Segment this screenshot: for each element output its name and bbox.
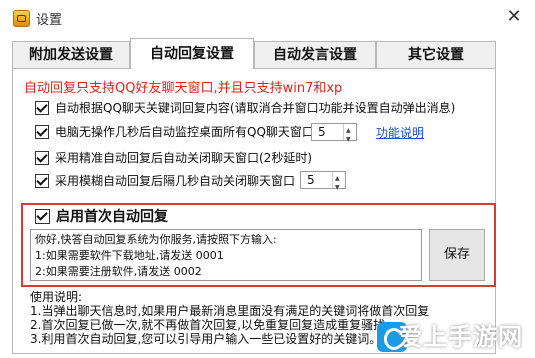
stepper-arrows-icon[interactable] [332, 171, 345, 196]
option-label: 采用模糊自动回复后隔几秒自动关闭聊天窗口 [55, 174, 296, 188]
option-keyword-reply[interactable]: 自动根据QQ聊天关键词回复内容(请取消合并窗口功能并设置自动弹出消息) [35, 98, 455, 118]
first-reply-label: 启用首次自动回复 [56, 209, 168, 225]
first-reply-toggle[interactable]: 启用首次自动回复 [35, 207, 168, 227]
checkbox[interactable] [35, 208, 50, 224]
tab-other[interactable]: 其它设置 [376, 41, 496, 68]
option-exact-close[interactable]: 采用精准自动回复后自动关闭聊天窗口(2秒延时) [35, 148, 312, 168]
window-title: 设置 [36, 13, 63, 28]
tab-extra-send[interactable]: 附加发送设置 [12, 41, 130, 68]
stepper-value: 5 [318, 125, 326, 139]
tab-auto-speak[interactable]: 自动发言设置 [254, 41, 376, 68]
close-icon[interactable]: ✕ [501, 4, 527, 30]
watermark: 爱上手游网 [398, 323, 523, 351]
reply-line: 2:如果需要注册软件,请发送 0002 [35, 265, 202, 278]
fuzzy-seconds-stepper[interactable]: 5 [300, 171, 346, 196]
usage-line: 1.当弹出聊天信息时,如果用户最新消息里面没有满足的关键词将做首次回复 [30, 304, 430, 318]
checkbox[interactable] [35, 150, 49, 165]
checkbox[interactable] [35, 124, 49, 139]
stepper-arrows-icon[interactable] [343, 123, 356, 148]
idle-seconds-stepper[interactable]: 5 [311, 123, 357, 148]
checkbox[interactable] [35, 100, 49, 115]
reply-line: 1:如果需要软件下载地址,请发送 0001 [35, 249, 224, 262]
option-label: 采用精准自动回复后自动关闭聊天窗口(2秒延时) [55, 151, 312, 165]
save-button[interactable]: 保存 [429, 229, 485, 281]
tab-strip: 附加发送设置 自动回复设置 自动发言设置 其它设置 [12, 38, 496, 69]
option-label: 电脑无操作几秒后自动监控桌面所有QQ聊天窗口 [55, 125, 314, 139]
support-notice: 自动回复只支持QQ好友聊天窗口,并且只支持win7和xp [24, 81, 343, 96]
option-fuzzy-close[interactable]: 采用模糊自动回复后隔几秒自动关闭聊天窗口 [35, 171, 295, 191]
usage-heading: 使用说明: [30, 290, 83, 304]
option-idle-monitor[interactable]: 电脑无操作几秒后自动监控桌面所有QQ聊天窗口 [35, 122, 314, 142]
title-bar: 设置 ✕ [0, 0, 535, 34]
reply-line: 你好,快答自动回复系统为你服务,请按照下方输入: [35, 233, 277, 246]
option-label: 自动根据QQ聊天关键词回复内容(请取消合并窗口功能并设置自动弹出消息) [55, 101, 456, 115]
stepper-value: 5 [307, 173, 315, 187]
tab-auto-reply[interactable]: 自动回复设置 [130, 38, 254, 69]
feature-help-link[interactable]: 功能说明 [376, 124, 424, 141]
app-logo-icon [13, 10, 30, 27]
first-reply-textarea[interactable]: 你好,快答自动回复系统为你服务,请按照下方输入: 1:如果需要软件下载地址,请发… [30, 229, 422, 281]
checkbox[interactable] [35, 173, 49, 188]
